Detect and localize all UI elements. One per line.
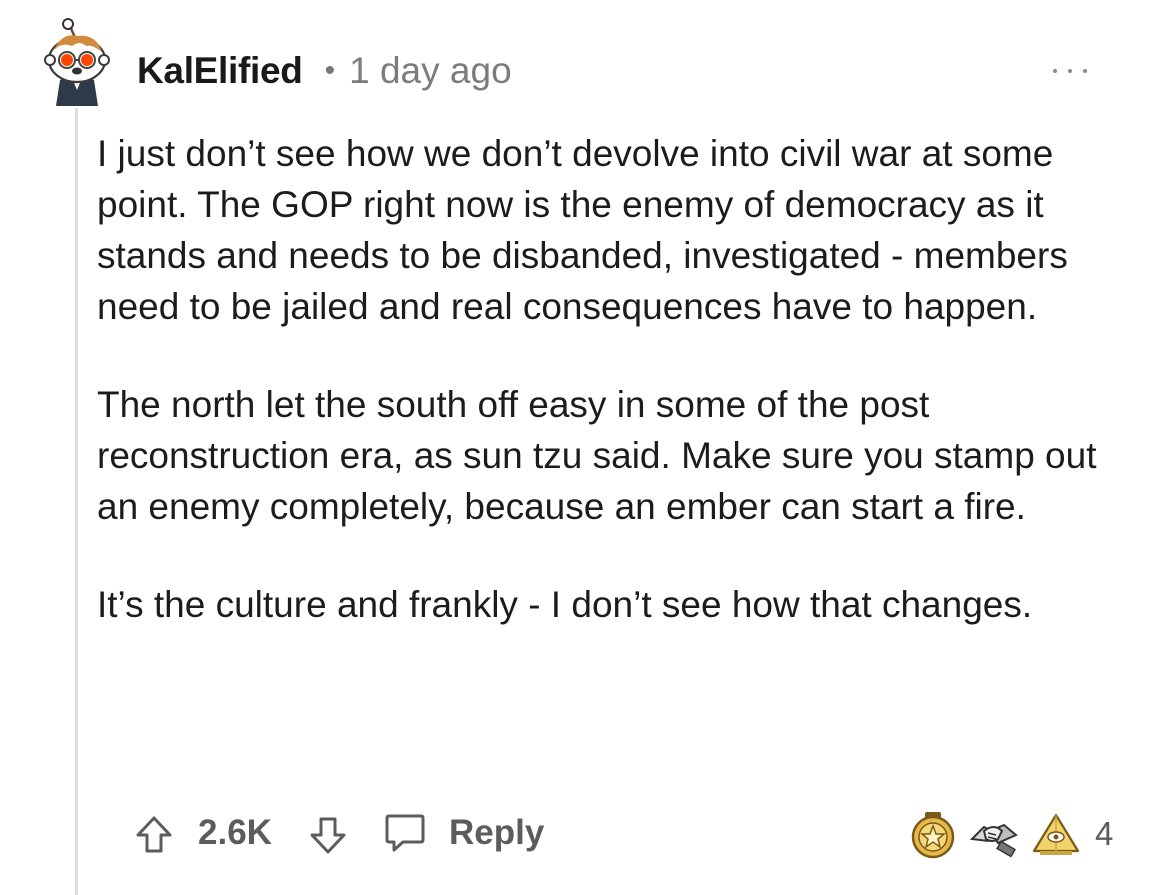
- upvote-button[interactable]: [135, 815, 173, 855]
- username-link[interactable]: KalElified: [137, 50, 303, 92]
- comment-paragraph: The north let the south off easy in some…: [97, 384, 1097, 527]
- handshake-award-icon[interactable]: [968, 809, 1020, 861]
- pyramid-award-icon[interactable]: [1030, 809, 1082, 861]
- downvote-button[interactable]: [309, 815, 347, 855]
- comment-header: KalElified • 1 day ago: [137, 46, 512, 96]
- more-dot: [1068, 69, 1072, 73]
- speech-bubble-icon: [385, 814, 425, 852]
- arrow-down-icon: [310, 817, 346, 854]
- award-count: 4: [1095, 815, 1114, 852]
- comment-body: I just don’t see how we don’t devolve in…: [97, 128, 1097, 630]
- more-options-button[interactable]: [1053, 64, 1087, 78]
- arrow-up-icon: [136, 816, 172, 853]
- timestamp: 1 day ago: [349, 50, 512, 91]
- more-dot: [1053, 69, 1057, 73]
- vote-score: 2.6K: [198, 813, 272, 852]
- reply-label: Reply: [449, 813, 545, 852]
- star-medal-award-icon[interactable]: [907, 809, 959, 861]
- user-avatar[interactable]: [42, 18, 112, 106]
- thread-line: [75, 108, 78, 895]
- meta-separator: •: [324, 54, 336, 87]
- comment-paragraph: It’s the culture and frankly - I don’t s…: [97, 584, 1033, 625]
- comment-action-bar: 2.6K Reply 4: [0, 805, 1170, 865]
- snoo-avatar-icon: [44, 18, 110, 106]
- more-dot: [1083, 69, 1087, 73]
- reply-button[interactable]: Reply: [383, 811, 544, 855]
- comment-paragraph: I just don’t see how we don’t devolve in…: [97, 133, 1068, 327]
